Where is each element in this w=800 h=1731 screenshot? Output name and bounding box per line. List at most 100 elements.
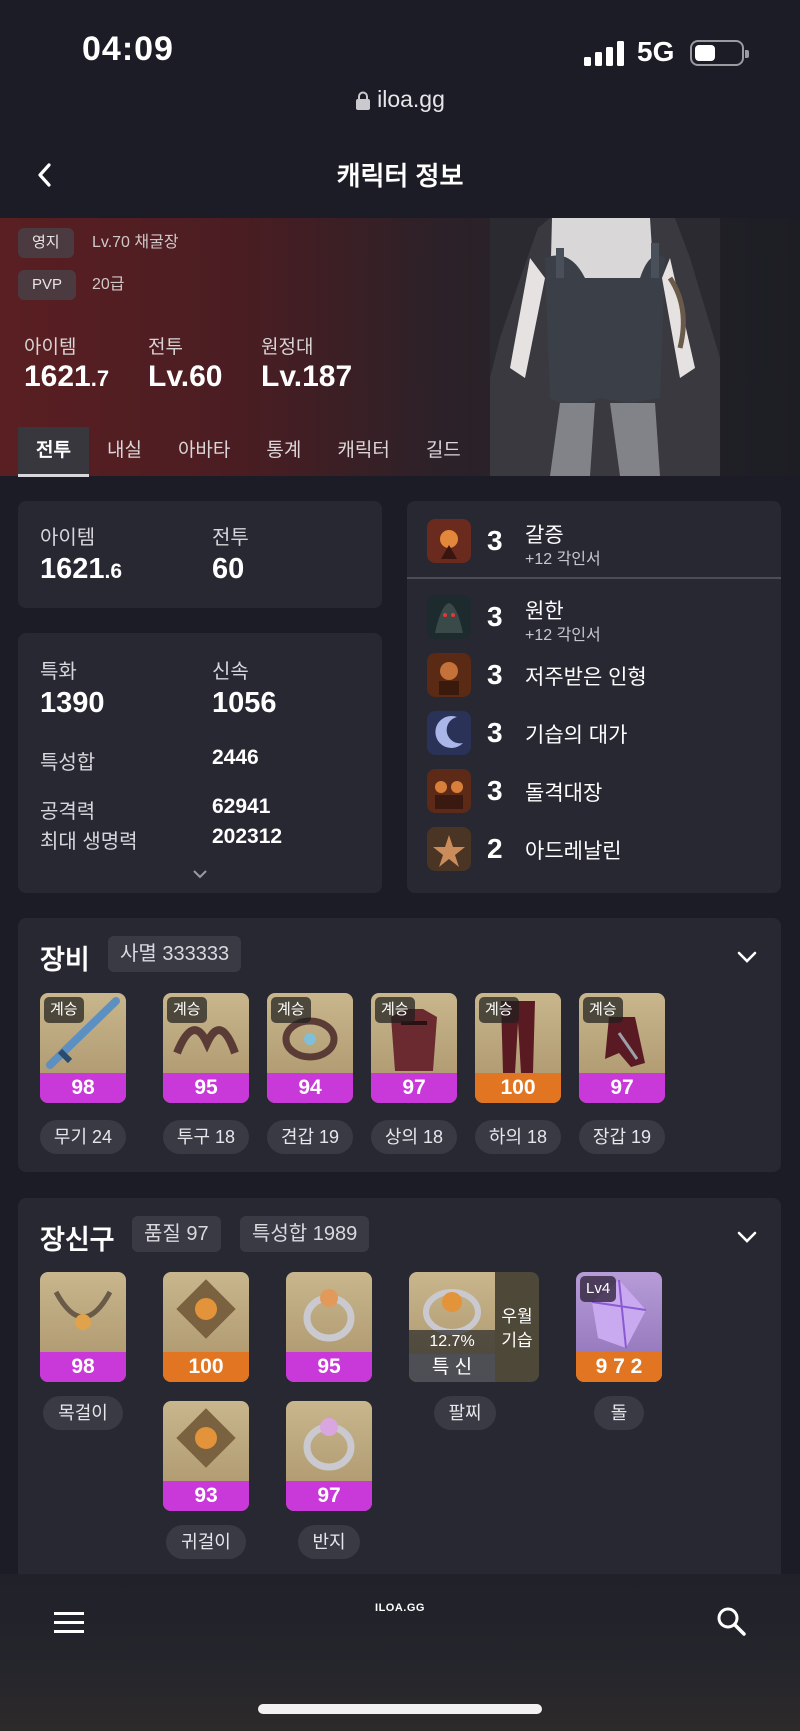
accessories-title: 장신구 xyxy=(40,1225,115,1255)
max-hp-label: 최대 생명력 xyxy=(40,831,138,853)
url-bar[interactable]: iloa.gg xyxy=(0,86,800,113)
engraving-item[interactable]: 3 원한 +12 각인서 xyxy=(407,589,781,645)
gloves-slot-label: 장갑 19 xyxy=(579,1120,665,1154)
engraving-item[interactable]: 3 돌격대장 xyxy=(407,763,781,819)
lock-icon xyxy=(356,91,371,110)
earring-item[interactable]: 100 xyxy=(163,1272,249,1382)
equipment-card: 장비 사멸 333333 계승 98 계승 95 계승 94 계승 97 계승 … xyxy=(18,918,781,1172)
page-title: 캐릭터 정보 xyxy=(336,161,464,191)
battery-icon xyxy=(690,40,749,66)
hero-item-level: 1621.7 xyxy=(24,360,110,393)
adrenaline-engraving-icon xyxy=(427,827,471,871)
bracelet-item[interactable]: 12.7% 특 신 우월 기습 xyxy=(409,1272,539,1382)
crit-label: 특화 xyxy=(40,661,77,683)
ring-icon xyxy=(303,1289,355,1342)
hero-expedition-label: 원정대 xyxy=(261,337,314,358)
hero-expedition-level: Lv.187 xyxy=(261,360,353,393)
helmet-slot-label: 투구 18 xyxy=(163,1120,249,1154)
summary-combat-label: 전투 xyxy=(212,527,249,549)
pants-slot-label: 하의 18 xyxy=(475,1120,561,1154)
engraving-item[interactable]: 3 갈증 +12 각인서 xyxy=(407,513,781,569)
summary-item-label: 아이템 xyxy=(40,527,96,549)
gloves-item[interactable]: 계승 97 xyxy=(579,993,665,1103)
earring-item[interactable]: 93 xyxy=(163,1401,249,1511)
bracelet-effect-1: 우월 xyxy=(501,1307,533,1326)
chevron-down-icon[interactable] xyxy=(736,950,758,964)
weapon-slot-label: 무기 24 xyxy=(40,1120,126,1154)
chevron-down-icon[interactable] xyxy=(736,1230,758,1244)
territory-pill: 영지 xyxy=(18,228,74,258)
pvp-pill: PVP xyxy=(18,270,77,300)
weapon-item[interactable]: 계승 98 xyxy=(40,993,126,1103)
swift-value: 1056 xyxy=(212,687,277,719)
crit-value: 1390 xyxy=(40,687,105,719)
necklace-label: 목걸이 xyxy=(43,1396,123,1430)
earring-icon xyxy=(176,1408,236,1468)
ring-item[interactable]: 95 xyxy=(286,1272,372,1382)
bracelet-stats: 특 신 xyxy=(409,1354,495,1382)
cursed-doll-engraving-icon xyxy=(427,653,471,697)
necklace-icon xyxy=(53,1290,113,1330)
stats-card: 특화 1390 신속 1056 특성합 2446 공격력 62941 최대 생명… xyxy=(18,633,382,893)
set-chip: 사멸 333333 xyxy=(108,936,242,972)
pants-item[interactable]: 계승 100 xyxy=(475,993,561,1103)
tab-avatar[interactable]: 아바타 xyxy=(160,427,248,477)
attack-label: 공격력 xyxy=(40,801,96,823)
hero-item-label: 아이템 xyxy=(24,337,77,358)
engravings-card: 3 갈증 +12 각인서 3 원한 +12 각인서 3 저주받은 인형 3 기습… xyxy=(407,501,781,893)
engraving-item[interactable]: 2 아드레날린 xyxy=(407,821,781,877)
accessories-card: 장신구 품질 97 특성합 1989 98 100 95 12.7% 특 신 우… xyxy=(18,1198,781,1574)
ring-item[interactable]: 97 xyxy=(286,1401,372,1511)
equipment-title: 장비 xyxy=(40,945,90,975)
tab-bar: 전투 내실 아바타 통계 캐릭터 길드 xyxy=(0,427,800,477)
shoulder-slot-label: 견갑 19 xyxy=(267,1120,353,1154)
chest-item[interactable]: 계승 97 xyxy=(371,993,457,1103)
max-hp-value: 202312 xyxy=(212,825,283,848)
hero-combat-level: Lv.60 xyxy=(148,360,223,393)
logo[interactable]: ILOA.GG xyxy=(0,1602,800,1614)
summary-card: 아이템 1621.6 전투 60 xyxy=(18,501,382,608)
swift-label: 신속 xyxy=(212,661,249,683)
pvp-value: 20급 xyxy=(92,276,125,293)
tab-stats[interactable]: 통계 xyxy=(248,427,319,477)
engraving-item[interactable]: 3 저주받은 인형 xyxy=(407,647,781,703)
ring-icon xyxy=(303,1418,355,1471)
tab-estate[interactable]: 내실 xyxy=(89,427,160,477)
helmet-item[interactable]: 계승 95 xyxy=(163,993,249,1103)
thirst-engraving-icon xyxy=(427,519,471,563)
signal-icon xyxy=(584,40,626,66)
chest-slot-label: 상의 18 xyxy=(371,1120,457,1154)
grudge-engraving-icon xyxy=(427,595,471,639)
stone-label: 돌 xyxy=(594,1396,644,1430)
tab-guild[interactable]: 길드 xyxy=(408,427,479,477)
home-indicator xyxy=(258,1704,542,1714)
quality-chip: 품질 97 xyxy=(132,1216,221,1252)
network-label: 5G xyxy=(637,36,675,67)
total-stat-chip: 특성합 1989 xyxy=(240,1216,370,1252)
bracelet-label: 팔찌 xyxy=(434,1396,496,1430)
earring-label: 귀걸이 xyxy=(166,1525,246,1559)
earring-icon xyxy=(176,1279,236,1339)
master-of-ambush-engraving-icon xyxy=(427,711,471,755)
url-text: iloa.gg xyxy=(377,86,445,112)
necklace-item[interactable]: 98 xyxy=(40,1272,126,1382)
total-stat-label: 특성합 xyxy=(40,752,96,774)
hero-combat-label: 전투 xyxy=(148,337,183,358)
status-time: 04:09 xyxy=(82,30,174,68)
bracelet-percent: 12.7% xyxy=(409,1330,495,1354)
bracelet-effect-2: 기습 xyxy=(501,1331,533,1350)
tab-character[interactable]: 캐릭터 xyxy=(319,427,407,477)
search-icon[interactable] xyxy=(716,1606,746,1636)
tab-combat[interactable]: 전투 xyxy=(18,427,89,477)
shoulder-item[interactable]: 계승 94 xyxy=(267,993,353,1103)
attack-value: 62941 xyxy=(212,795,271,818)
territory-value: Lv.70 채굴장 xyxy=(92,234,179,251)
stone-item[interactable]: Lv4 9 7 2 xyxy=(576,1272,662,1382)
engraving-item[interactable]: 3 기습의 대가 xyxy=(407,705,781,761)
total-stat-value: 2446 xyxy=(212,746,259,769)
raid-captain-engraving-icon xyxy=(427,769,471,813)
summary-combat-level: 60 xyxy=(212,553,245,585)
summary-item-level: 1621.6 xyxy=(40,553,123,585)
expand-chevron-icon[interactable] xyxy=(192,869,208,879)
divider xyxy=(407,577,781,579)
